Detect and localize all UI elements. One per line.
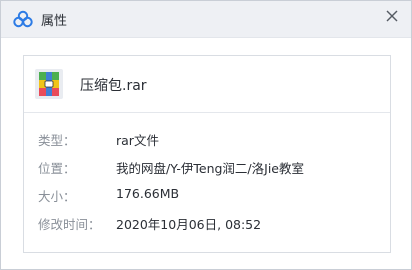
- property-label: 大小：: [38, 189, 76, 204]
- property-row-location: 位置： 我的网盘/Y-伊Teng润二/洛Jie教室: [24, 158, 390, 178]
- property-value: 176.66MB: [116, 186, 180, 201]
- properties-dialog: 属性 压缩包.rar 类型： rar文件 位置： 我的网盘/Y-伊Teng润二/…: [0, 0, 412, 270]
- title-bar: 属性: [1, 1, 411, 38]
- property-row-size: 大小： 176.66MB: [24, 186, 390, 206]
- property-row-type: 类型： rar文件: [24, 130, 390, 150]
- property-row-modified: 修改时间： 2020年10月06日, 08:52: [24, 214, 390, 234]
- property-value: rar文件: [116, 133, 159, 148]
- dialog-title: 属性: [41, 14, 68, 29]
- property-value: 2020年10月06日, 08:52: [116, 217, 262, 232]
- cloud-logo-icon: [13, 10, 33, 28]
- property-label: 修改时间：: [38, 217, 101, 232]
- property-label: 位置：: [38, 161, 76, 176]
- properties-panel: 压缩包.rar 类型： rar文件 位置： 我的网盘/Y-伊Teng润二/洛Ji…: [23, 55, 391, 253]
- file-header: 压缩包.rar: [24, 56, 390, 113]
- property-value: 我的网盘/Y-伊Teng润二/洛Jie教室: [116, 161, 304, 176]
- close-icon[interactable]: [383, 7, 401, 25]
- file-name: 压缩包.rar: [80, 78, 147, 94]
- property-label: 类型：: [38, 133, 76, 148]
- rar-archive-icon: [35, 69, 63, 99]
